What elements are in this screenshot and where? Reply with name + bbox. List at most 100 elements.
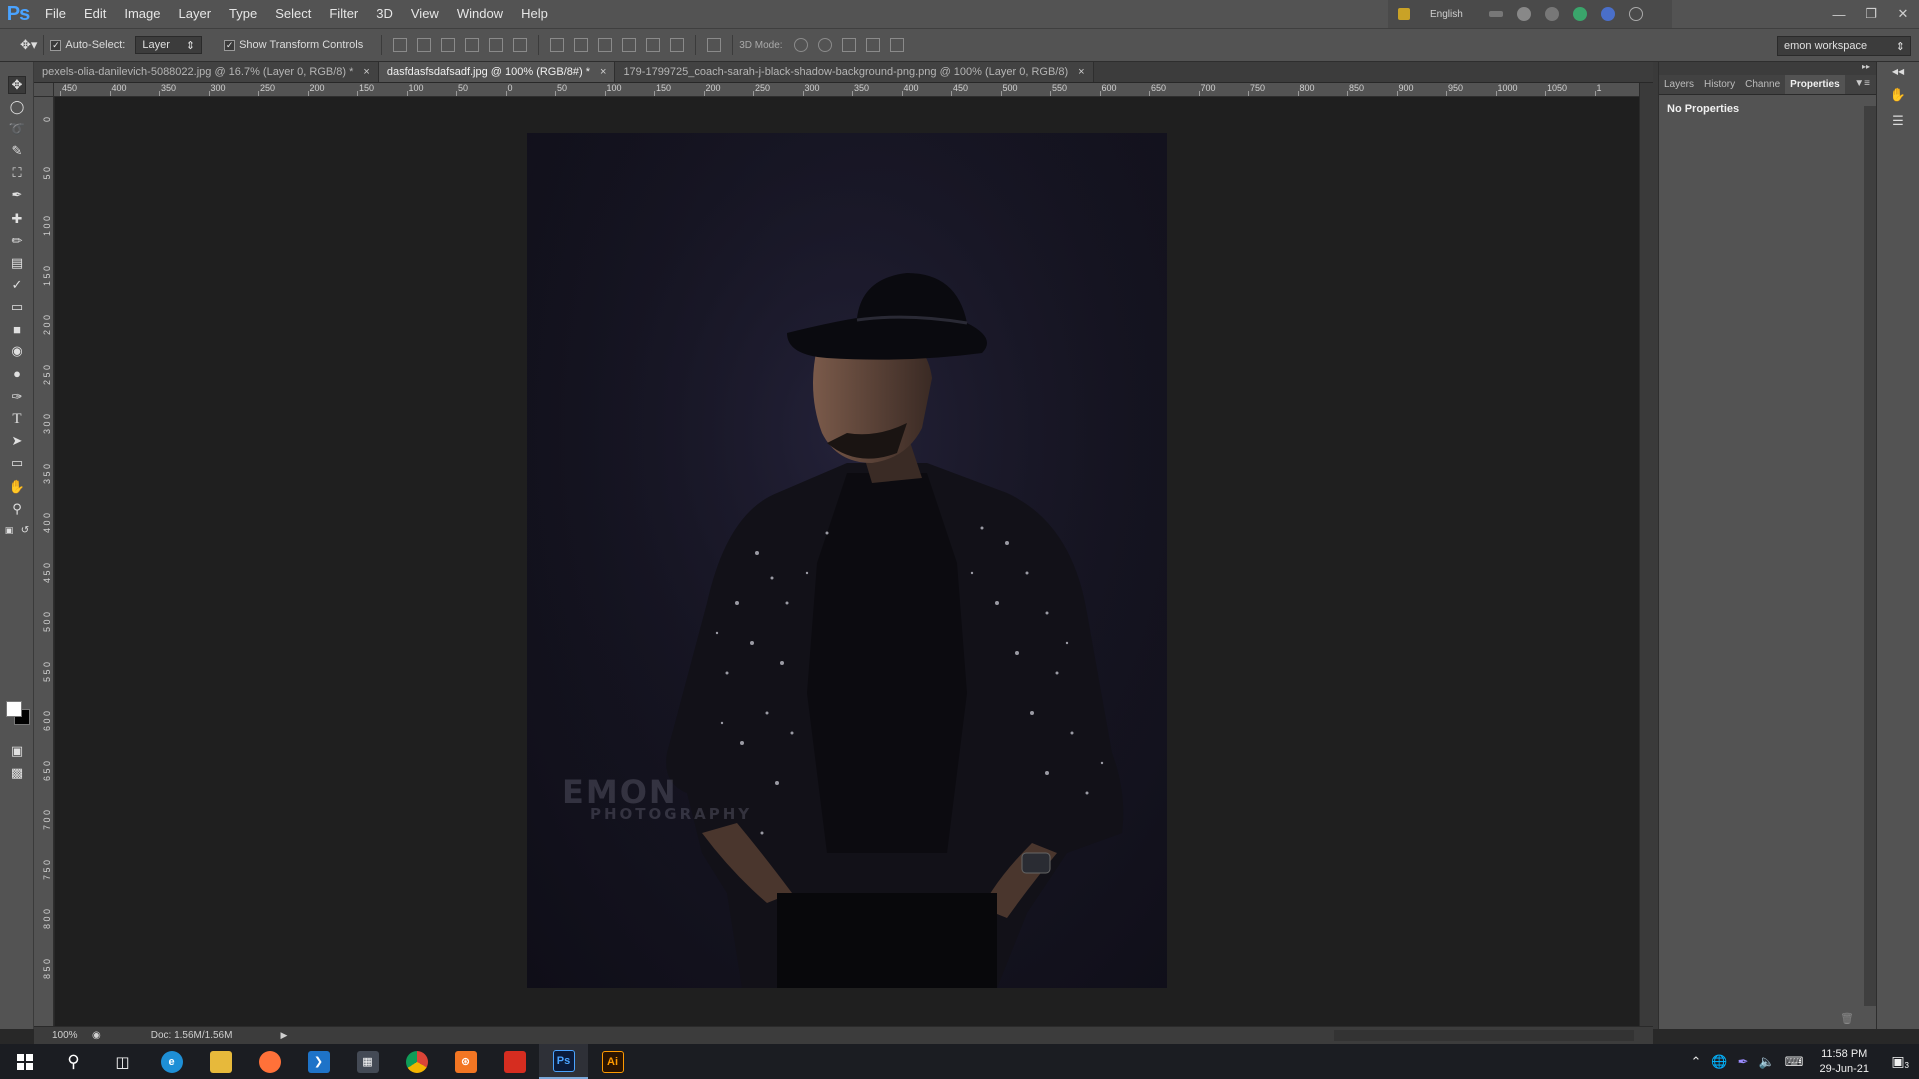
task-view-button[interactable]: ◫ [98,1044,147,1079]
horizontal-ruler[interactable]: 450 400 350 300 250 200 150 100 50 0 50 100 150 200 25… [54,83,1639,97]
workspace-dropdown[interactable]: emon workspace ⇕ [1777,36,1911,56]
language-label[interactable]: English [1430,9,1463,20]
info-icon[interactable] [1628,7,1643,21]
taskbar-illustrator[interactable]: Ai [588,1044,637,1079]
tab-channels[interactable]: Channe [1740,75,1785,94]
menu-edit[interactable]: Edit [75,0,115,28]
tab-history[interactable]: History [1699,75,1740,94]
tab-layers[interactable]: Layers [1659,75,1699,94]
taskbar-edge[interactable]: e [147,1044,196,1079]
foreground-color-swatch[interactable] [6,701,22,717]
path-selection-tool-icon[interactable]: ➤ [8,432,26,450]
trash-icon[interactable]: 🗑 [1840,1012,1854,1025]
distribute-top-icon[interactable] [550,38,565,52]
notification-button[interactable]: ▣ 3 [1885,1053,1911,1070]
swap-colors-icon[interactable]: ↺ [19,524,31,536]
align-left-icon[interactable] [465,38,480,52]
gradient-tool-icon[interactable]: ■ [8,320,26,338]
collapse-panels-icon[interactable]: ▸▸ [1862,62,1870,75]
eraser-tool-icon[interactable]: ▭ [8,298,26,316]
blur-tool-icon[interactable]: ◉ [8,342,26,360]
keyboard-icon[interactable]: ⌨ [1785,1054,1804,1070]
3d-scale-icon[interactable] [889,38,904,52]
align-bottom-icon[interactable] [441,38,456,52]
search-button[interactable]: ⚲ [49,1044,98,1079]
distribute-left-icon[interactable] [622,38,637,52]
distribute-horizontal-center-icon[interactable] [646,38,661,52]
brush-tool-icon[interactable]: ✏ [8,232,26,250]
taskbar-photoshop[interactable]: Ps [539,1044,588,1079]
taskbar-file-explorer[interactable] [196,1044,245,1079]
eyedropper-tool-icon[interactable]: ✒ [8,186,26,204]
3d-drag-icon[interactable] [841,38,856,52]
start-button[interactable] [0,1044,49,1079]
menu-filter[interactable]: Filter [320,0,367,28]
show-transform-checkbox[interactable]: ✓ [224,39,236,51]
menu-image[interactable]: Image [115,0,169,28]
panel-scrollbar[interactable] [1864,106,1876,1006]
screen-mode-icon[interactable]: ▩ [8,764,26,782]
lasso-tool-icon[interactable]: ➰ [8,120,26,138]
type-tool-icon[interactable]: T [8,410,26,428]
help-icon[interactable] [1600,7,1615,21]
menu-select[interactable]: Select [266,0,320,28]
hand-tool-icon[interactable]: ✋ [8,478,26,496]
3d-slide-icon[interactable] [865,38,880,52]
taskbar-store[interactable]: ▦ [343,1044,392,1079]
rectangle-tool-icon[interactable]: ▭ [8,454,26,472]
document-tab-active[interactable]: dasfdasfsdafsadf.jpg @ 100% (RGB/8#) * × [378,62,616,82]
marquee-tool-icon[interactable]: ◯ [8,98,26,116]
settings-icon[interactable] [1544,7,1559,21]
3d-roll-icon[interactable] [817,38,832,52]
adjustments-icon[interactable]: ☰ [1889,112,1907,130]
close-icon[interactable]: ✕ [1887,4,1919,24]
panel-header[interactable]: ▸▸ [1659,62,1876,75]
chevron-up-icon[interactable]: ⌃ [1691,1054,1702,1070]
taskbar-vscode[interactable]: ❯ [294,1044,343,1079]
move-tool-preset-icon[interactable]: ✥▾ [20,37,37,53]
healing-brush-tool-icon[interactable]: ✚ [8,210,26,228]
crop-tool-icon[interactable]: ⛶ [8,164,26,182]
taskbar-xampp[interactable]: ⊛ [441,1044,490,1079]
expand-panels-icon[interactable]: ◀◀ [1889,66,1907,76]
canvas-area[interactable]: EMON PHOTOGRAPHY [55,97,1639,1026]
align-horizontal-center-icon[interactable] [489,38,504,52]
taskbar-chrome[interactable] [392,1044,441,1079]
default-colors-icon[interactable]: ▣ [3,524,15,536]
pen-icon[interactable]: ✒ [1738,1054,1749,1070]
auto-select-checkbox[interactable]: ✓ [50,39,62,51]
panel-menu-icon[interactable]: ▼≡ [1854,78,1870,89]
network-globe-icon[interactable]: 🌐 [1711,1054,1727,1070]
zoom-tool-icon[interactable]: ⚲ [8,500,26,518]
quick-selection-tool-icon[interactable]: ✎ [8,142,26,160]
tab-properties[interactable]: Properties [1785,75,1845,94]
tool-presets-icon[interactable]: ✋ [1889,86,1907,104]
clock[interactable]: 11:58 PM 29-Jun-21 [1819,1047,1869,1077]
close-icon[interactable]: × [600,66,606,78]
taskbar-acrobat[interactable] [490,1044,539,1079]
menu-type[interactable]: Type [220,0,266,28]
browser-icon[interactable] [1572,7,1587,21]
close-icon[interactable]: × [1078,66,1084,78]
pen-tool-icon[interactable]: ✑ [8,388,26,406]
distribute-vertical-center-icon[interactable] [574,38,589,52]
menu-3d[interactable]: 3D [367,0,402,28]
align-vertical-center-icon[interactable] [417,38,432,52]
ruler-origin[interactable] [34,83,54,97]
close-icon[interactable]: × [363,66,369,78]
history-brush-tool-icon[interactable]: ✓ [8,276,26,294]
input-method-icon[interactable] [1398,8,1410,20]
dodge-tool-icon[interactable]: ● [8,364,26,382]
quick-mask-icon[interactable]: ▣ [8,742,26,760]
menu-view[interactable]: View [402,0,448,28]
volume-icon[interactable]: 🔈 [1759,1054,1775,1070]
restore-icon[interactable]: ❐ [1855,4,1887,24]
move-tool-icon[interactable]: ✥ [8,76,26,94]
status-menu-arrow-icon[interactable]: ▶ [280,1030,287,1041]
clone-stamp-tool-icon[interactable]: ▤ [8,254,26,272]
document-image[interactable]: EMON PHOTOGRAPHY [527,133,1167,988]
menu-layer[interactable]: Layer [170,0,221,28]
distribute-bottom-icon[interactable] [598,38,613,52]
menu-help[interactable]: Help [512,0,557,28]
menu-file[interactable]: File [36,0,75,28]
